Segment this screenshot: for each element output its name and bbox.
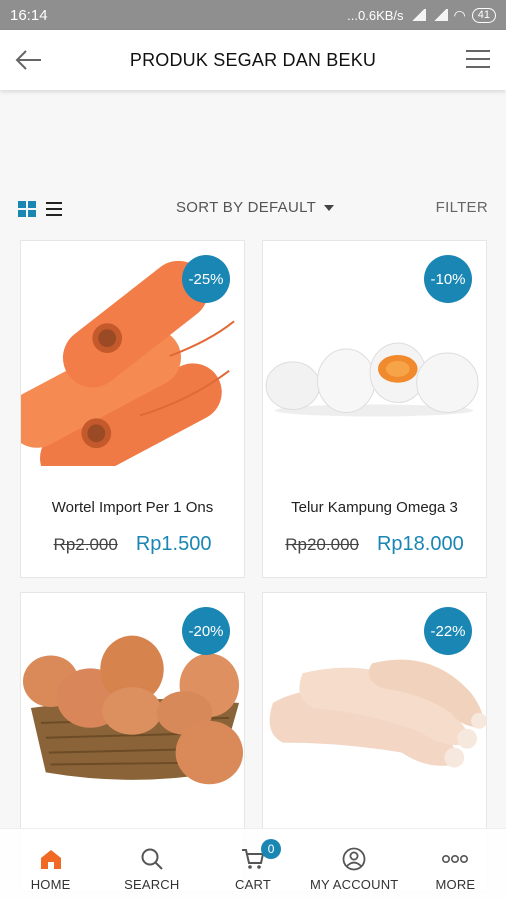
nav-home[interactable]: HOME xyxy=(0,829,101,901)
status-bar: 16:14 ...0.6KB/s ◠ 41 xyxy=(0,0,506,30)
search-icon xyxy=(141,848,163,870)
list-view-icon[interactable] xyxy=(46,201,62,217)
back-arrow-icon[interactable] xyxy=(14,46,44,74)
original-price: Rp20.000 xyxy=(285,535,359,554)
home-icon xyxy=(40,850,61,869)
discount-badge: -22% xyxy=(424,607,472,655)
wifi-icon: ◠ xyxy=(453,6,466,23)
user-icon xyxy=(342,847,366,871)
nav-search[interactable]: SEARCH xyxy=(101,829,202,901)
discount-badge: -10% xyxy=(424,255,472,303)
page-title: PRODUK SEGAR DAN BEKU xyxy=(129,49,377,70)
nav-label-account: MY ACCOUNT xyxy=(309,877,399,892)
product-name: Telur Kampung Omega 3 xyxy=(291,499,458,516)
status-time: 16:14 xyxy=(10,6,48,24)
original-price: Rp2.000 xyxy=(53,535,118,554)
more-dots-icon xyxy=(442,855,469,864)
sort-filter-toolbar: SORT BY DEFAULT FILTER xyxy=(0,195,506,223)
cart-count-badge: 0 xyxy=(261,839,282,859)
grid-view-icon[interactable] xyxy=(18,201,36,217)
bottom-navigation: HOME SEARCH 0 CART MY ACCOUNT MORE xyxy=(0,828,506,901)
app-header: PRODUK SEGAR DAN BEKU xyxy=(0,30,506,90)
discount-badge: -25% xyxy=(182,255,230,303)
sale-price: Rp18.000 xyxy=(376,533,464,555)
nav-label-cart: CART xyxy=(235,877,271,892)
product-card[interactable]: -10% Telur Kampung Omega 3 Rp20.000 Rp18… xyxy=(262,240,487,578)
filter-button[interactable]: FILTER xyxy=(436,199,488,216)
product-prices: Rp20.000 Rp18.000 xyxy=(263,533,486,556)
product-name: Wortel Import Per 1 Ons xyxy=(51,499,214,516)
sort-dropdown[interactable]: SORT BY DEFAULT xyxy=(176,199,335,216)
nav-label-more: MORE xyxy=(435,877,476,892)
status-indicators: ...0.6KB/s ◠ 41 xyxy=(347,7,496,24)
product-card[interactable]: -25% Wortel Import Per 1 Ons Rp2.000 Rp1… xyxy=(20,240,245,578)
discount-badge: -20% xyxy=(182,607,230,655)
sort-label: SORT BY DEFAULT xyxy=(176,199,317,216)
nav-my-account[interactable]: MY ACCOUNT xyxy=(304,829,405,901)
sale-price: Rp1.500 xyxy=(135,533,212,555)
signal-icon-2 xyxy=(431,9,448,21)
hamburger-menu-icon[interactable] xyxy=(466,48,490,70)
battery-indicator: 41 xyxy=(471,7,496,23)
nav-more[interactable]: MORE xyxy=(405,829,506,901)
signal-icon xyxy=(409,9,426,21)
chevron-down-icon xyxy=(324,204,335,211)
product-prices: Rp2.000 Rp1.500 xyxy=(21,533,244,556)
network-speed: ...0.6KB/s xyxy=(347,7,404,23)
nav-label-home: HOME xyxy=(30,877,71,892)
nav-label-search: SEARCH xyxy=(124,877,180,892)
nav-cart[interactable]: 0 CART xyxy=(202,829,303,901)
